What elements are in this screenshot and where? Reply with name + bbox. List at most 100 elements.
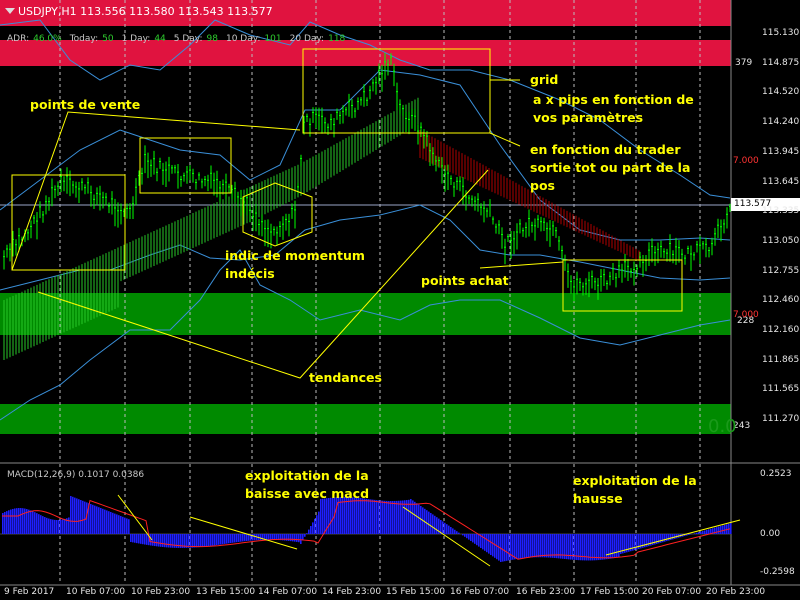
macd-bar: [46, 517, 48, 534]
macd-bar: [220, 534, 222, 545]
macd-bar: [218, 534, 220, 545]
macd-bar: [204, 534, 206, 547]
time-tick: 9 Feb 2017: [4, 587, 55, 597]
macd-bar: [374, 499, 376, 534]
price-tick: 111.270: [762, 414, 800, 425]
macd-bar: [520, 534, 522, 559]
macd-bar: [552, 534, 554, 558]
macd-bar: [94, 505, 96, 534]
macd-bar: [514, 534, 516, 560]
macd-bar: [594, 534, 596, 561]
note-baisse: exploitation de la baisse avec macd: [245, 468, 370, 501]
macd-bar: [518, 534, 520, 559]
macd-bar: [228, 534, 230, 544]
time-tick: 17 Feb 15:00: [580, 587, 640, 597]
macd-bar: [174, 534, 176, 548]
macd-bar: [478, 534, 480, 547]
macd-bar: [28, 509, 30, 534]
macd-bar: [168, 534, 170, 548]
price-tick: 113.945: [762, 146, 800, 157]
macd-bar: [488, 534, 490, 554]
macd-bar: [116, 514, 118, 534]
macd-bar: [330, 497, 332, 534]
price-tick: 115.130: [762, 28, 800, 38]
macd-bar: [392, 500, 394, 534]
macd-bar: [546, 534, 548, 558]
macd-bar: [662, 534, 664, 543]
macd-bar: [656, 534, 658, 544]
macd-bar: [700, 531, 702, 534]
macd-bar: [8, 510, 10, 534]
note-points-achat: points achat: [421, 273, 509, 288]
macd-bar: [476, 534, 478, 546]
macd-bar: [616, 534, 618, 558]
macd-bar: [192, 534, 194, 548]
macd-bar: [120, 516, 122, 534]
macd-bar: [406, 500, 408, 534]
macd-bar: [394, 500, 396, 534]
macd-bar: [672, 534, 674, 540]
macd-bar: [398, 500, 400, 534]
price-tick: 112.160: [762, 325, 800, 335]
macd-bar: [608, 534, 610, 559]
macd-bar: [604, 534, 606, 560]
macd-bar: [468, 534, 470, 540]
macd-bar: [534, 534, 536, 558]
macd-bar: [544, 534, 546, 558]
macd-bar: [702, 531, 704, 534]
macd-bar: [510, 534, 512, 561]
macd-bar: [708, 529, 710, 534]
macd-bar: [90, 504, 92, 534]
macd-bar: [18, 508, 20, 534]
macd-bar: [508, 534, 510, 561]
macd-bar: [62, 519, 64, 534]
macd-bar: [696, 532, 698, 534]
adr-value-2: 44: [154, 34, 166, 44]
time-tick: 15 Feb 15:00: [386, 587, 446, 597]
macd-bar: [618, 534, 620, 558]
price-tick: 112.755: [762, 265, 800, 276]
time-tick: 14 Feb 07:00: [258, 587, 318, 597]
macd-bar: [688, 534, 690, 535]
macd-bar: [138, 534, 140, 544]
note-trader-desc: en fonction du trader sortie tot ou part…: [530, 142, 691, 193]
chart-canvas[interactable]: [0, 0, 800, 600]
macd-bar: [54, 519, 56, 534]
macd-bar: [290, 534, 292, 542]
macd-bar: [522, 534, 524, 559]
macd-bar: [4, 512, 6, 534]
time-tick: 10 Feb 23:00: [131, 587, 191, 597]
macd-bar: [10, 509, 12, 534]
collapse-triangle-icon[interactable]: [5, 8, 15, 14]
macd-bar: [194, 534, 196, 548]
macd-bar: [246, 534, 248, 542]
macd-bar: [416, 503, 418, 534]
macd-bar: [412, 500, 414, 534]
macd-bar: [72, 496, 74, 534]
macd-bar: [52, 519, 54, 534]
macd-bar: [202, 534, 204, 547]
macd-bar: [318, 511, 320, 534]
macd-bar: [404, 500, 406, 534]
macd-bar: [112, 512, 114, 534]
macd-bar: [716, 527, 718, 534]
macd-bar: [254, 534, 256, 541]
macd-bar: [462, 534, 464, 536]
macd-bar: [614, 534, 616, 558]
note-grid-title: grid: [530, 72, 559, 87]
macd-bar: [36, 513, 38, 534]
macd-bar: [694, 533, 696, 534]
macd-bar: [166, 534, 168, 548]
macd-bar: [206, 534, 208, 547]
macd-bar: [24, 508, 26, 534]
macd-bar: [40, 515, 42, 534]
macd-bar: [128, 519, 130, 534]
macd-bar: [270, 534, 272, 540]
macd-bar: [140, 534, 142, 544]
macd-bar: [224, 534, 226, 544]
macd-bar: [466, 534, 468, 539]
macd-bar: [70, 496, 72, 534]
macd-bar: [548, 534, 550, 558]
note-grid-desc: a x pips en fonction de vos paramètres: [533, 92, 694, 125]
macd-bar: [130, 534, 132, 542]
